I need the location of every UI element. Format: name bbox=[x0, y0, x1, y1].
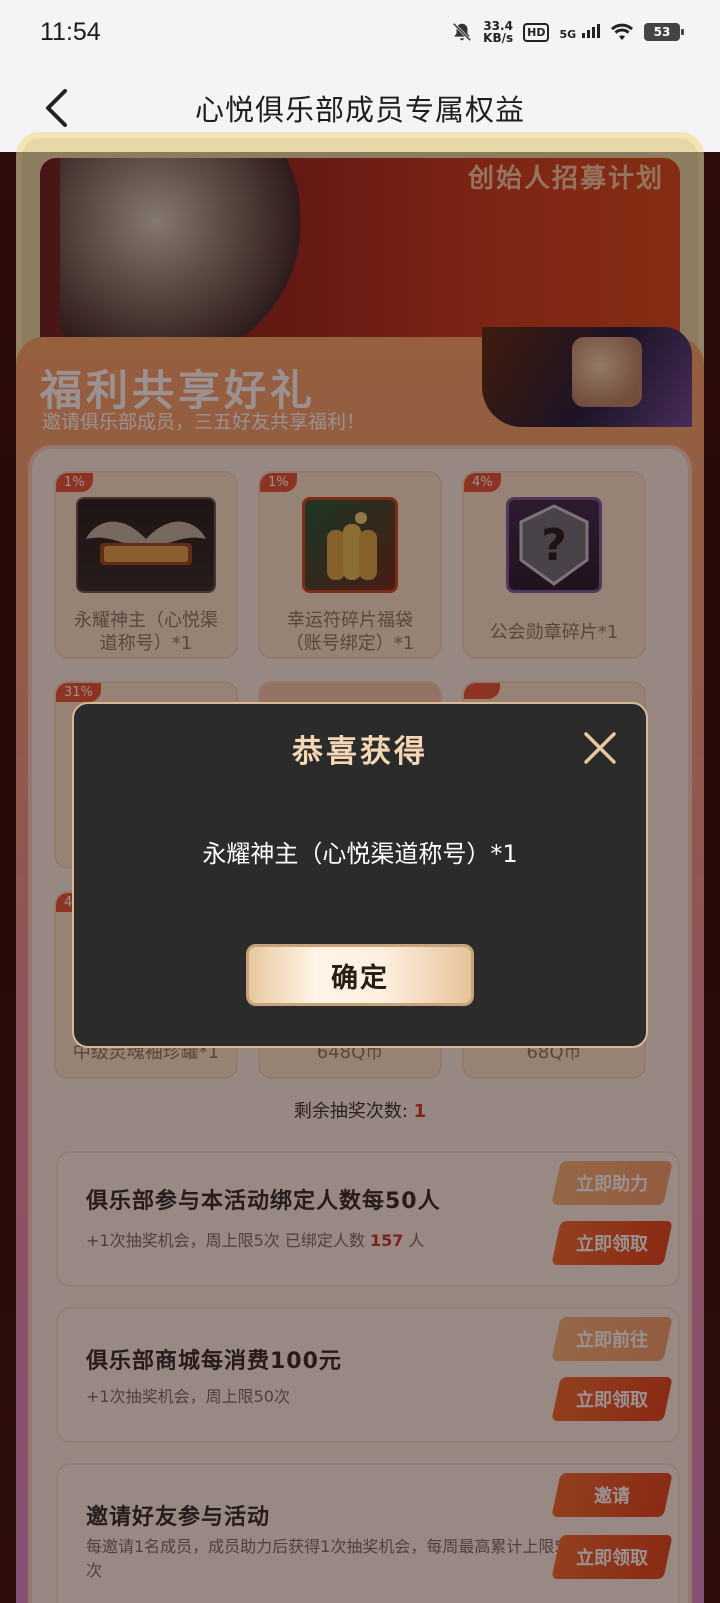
signal-bars-icon bbox=[582, 23, 600, 38]
confirm-button[interactable]: 确定 bbox=[246, 944, 474, 1006]
wifi-icon bbox=[611, 23, 633, 40]
signal-5g: 5G bbox=[559, 23, 600, 41]
dialog-title: 恭喜获得 bbox=[292, 734, 428, 770]
chevron-left-icon bbox=[46, 89, 67, 127]
close-button[interactable] bbox=[580, 728, 620, 768]
mute-bell-icon bbox=[452, 22, 472, 42]
battery-icon: 53 bbox=[644, 23, 684, 41]
page-title: 心悦俱乐部成员专属权益 bbox=[194, 93, 525, 127]
net-speed: 33.4 KB/s bbox=[483, 20, 513, 44]
status-bar: 11:54 33.4 KB/s HD 5G 53 bbox=[0, 0, 720, 64]
back-button[interactable] bbox=[34, 86, 78, 130]
net-speed-unit: KB/s bbox=[483, 31, 514, 45]
close-icon bbox=[584, 732, 616, 764]
confirm-label: 确定 bbox=[331, 962, 389, 994]
status-icons: 33.4 KB/s HD 5G 53 bbox=[451, 20, 684, 44]
reward-dialog: 恭喜获得 永耀神主（心悦渠道称号）*1 确定 bbox=[72, 702, 648, 1048]
signal-label: 5G bbox=[559, 27, 577, 41]
status-time: 11:54 bbox=[40, 17, 101, 46]
hd-badge: HD bbox=[523, 22, 550, 42]
dialog-message: 永耀神主（心悦渠道称号）*1 bbox=[202, 840, 518, 868]
